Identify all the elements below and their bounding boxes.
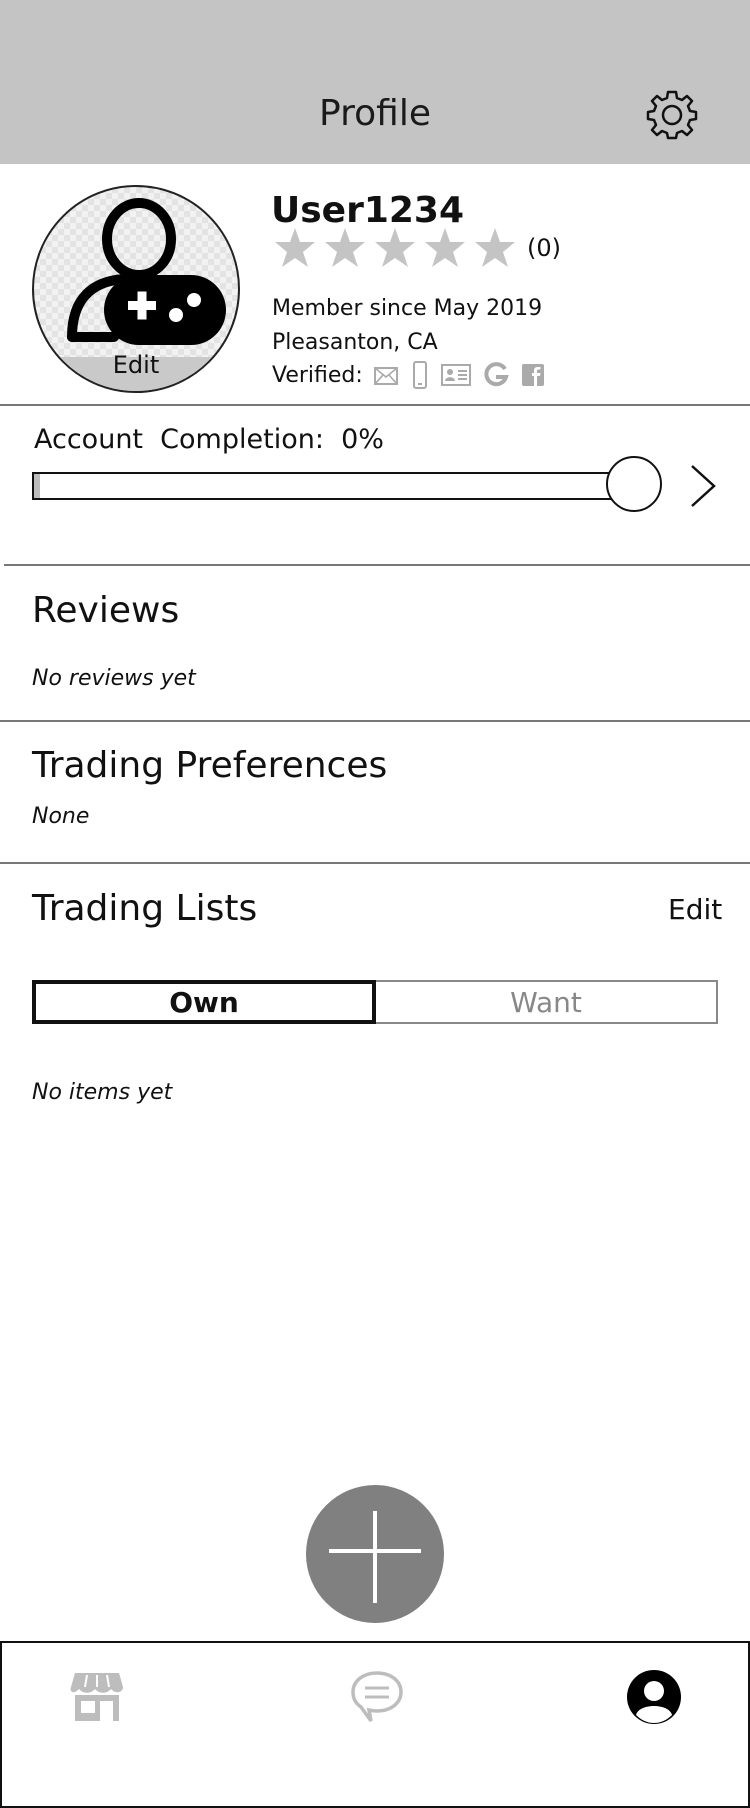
page-title: Profile xyxy=(319,93,431,134)
divider xyxy=(4,564,750,566)
phone-icon xyxy=(412,361,427,389)
profile-icon[interactable] xyxy=(624,1667,684,1727)
verified-label: Verified: xyxy=(272,362,363,388)
add-item-button[interactable] xyxy=(306,1485,444,1623)
bottom-tab-bar xyxy=(0,1641,750,1808)
avatar[interactable]: Edit xyxy=(32,185,240,393)
facebook-icon xyxy=(521,364,544,386)
store-icon[interactable] xyxy=(67,1667,127,1727)
chevron-right-icon[interactable] xyxy=(688,462,718,510)
app-header: Profile xyxy=(0,0,750,164)
star-icon xyxy=(475,228,515,267)
id-card-icon xyxy=(440,364,471,386)
chat-icon[interactable] xyxy=(347,1667,407,1727)
member-since: Member since May 2019 xyxy=(272,296,543,321)
preferences-value: None xyxy=(32,804,90,829)
lists-title: Trading Lists xyxy=(32,888,258,929)
email-icon xyxy=(373,367,398,385)
username: User1234 xyxy=(271,190,465,231)
divider xyxy=(0,404,750,406)
google-icon xyxy=(484,362,509,387)
progress-fill xyxy=(34,474,41,498)
verified-row: Verified: xyxy=(272,358,557,392)
preferences-title: Trading Preferences xyxy=(32,745,388,786)
tab-own[interactable]: Own xyxy=(32,980,376,1024)
star-icon xyxy=(425,228,465,267)
reviews-empty: No reviews yet xyxy=(32,666,196,691)
tab-want[interactable]: Want xyxy=(376,980,718,1024)
rating-stars: (0) xyxy=(273,226,561,270)
star-icon xyxy=(275,228,315,267)
plus-icon xyxy=(329,1511,421,1603)
gear-icon[interactable] xyxy=(645,88,699,142)
divider xyxy=(0,720,750,722)
lists-empty: No items yet xyxy=(32,1080,173,1105)
completion-label: Account Completion: 0% xyxy=(34,424,384,455)
star-icon xyxy=(325,228,365,267)
progress-knob[interactable] xyxy=(606,456,662,512)
location: Pleasanton, CA xyxy=(272,330,438,355)
star-icon xyxy=(375,228,415,267)
avatar-edit-label[interactable]: Edit xyxy=(34,351,238,379)
lists-edit-button[interactable]: Edit xyxy=(668,893,722,926)
divider xyxy=(0,862,750,864)
reviews-title: Reviews xyxy=(32,590,180,631)
rating-count: (0) xyxy=(527,234,561,262)
completion-progress-bar xyxy=(32,472,636,500)
